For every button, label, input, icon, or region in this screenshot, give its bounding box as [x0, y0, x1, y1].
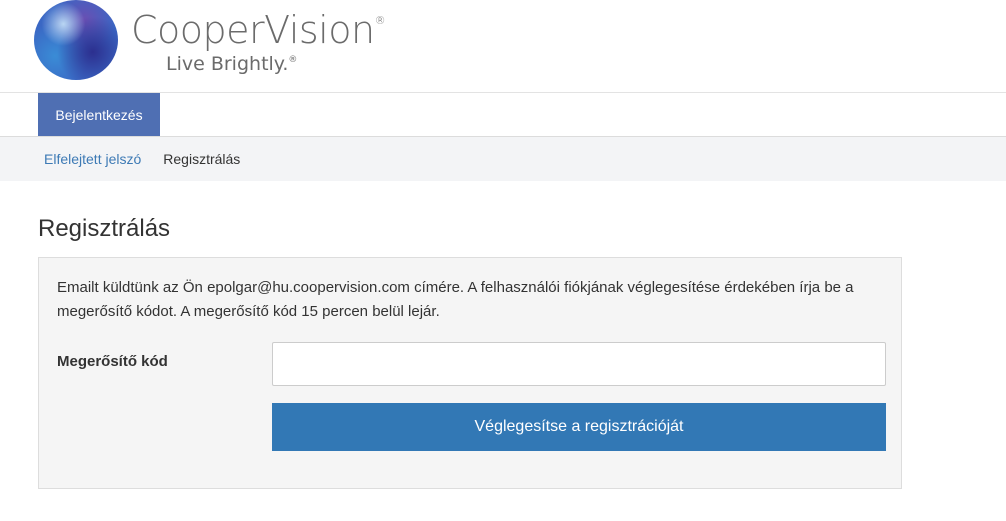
brand-tagline: Live Brightly.®: [166, 53, 297, 75]
register-link[interactable]: Regisztrálás: [163, 151, 240, 167]
verification-code-input[interactable]: [272, 342, 886, 386]
complete-registration-button[interactable]: Véglegesítse a regisztrációját: [272, 403, 886, 451]
tab-login[interactable]: Bejelentkezés: [38, 93, 160, 136]
page-title: Regisztrálás: [38, 215, 171, 242]
brand-name-text: CooperVision: [131, 8, 375, 52]
main-nav: Bejelentkezés: [0, 93, 1006, 137]
verification-panel: Emailt küldtünk az Ön epolgar@hu.cooperv…: [38, 257, 902, 489]
verification-code-label: Megerősítő kód: [57, 353, 168, 370]
forgot-password-link[interactable]: Elfelejtett jelszó: [44, 151, 141, 167]
site-header: CooperVision® Live Brightly.®: [0, 0, 1006, 93]
coopervision-logo-icon: [34, 0, 118, 80]
brand-tagline-text: Live Brightly.: [166, 53, 289, 75]
brand-name: CooperVision®: [131, 8, 386, 52]
sub-nav: Elfelejtett jelszó Regisztrálás: [0, 137, 1006, 181]
verification-message: Emailt küldtünk az Ön epolgar@hu.cooperv…: [57, 279, 854, 320]
brand-name-mark: ®: [374, 14, 386, 27]
brand-tagline-mark: ®: [288, 55, 298, 65]
